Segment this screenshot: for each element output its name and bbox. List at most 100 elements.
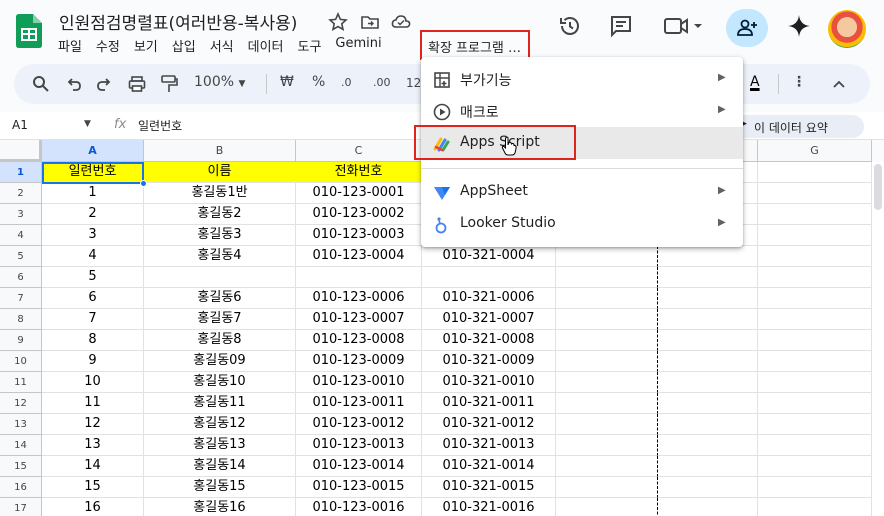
undo-icon[interactable] (66, 76, 82, 92)
row-header[interactable]: 16 (0, 477, 42, 498)
grid-cell[interactable]: 홍길동11 (144, 393, 296, 414)
formula-input[interactable]: 일련번호 (138, 117, 182, 134)
grid-cell[interactable] (758, 162, 872, 183)
grid-cell[interactable]: 010-321-0009 (422, 351, 556, 372)
grid-cell[interactable] (658, 372, 758, 393)
decrease-decimal-button[interactable]: .0 (341, 76, 352, 89)
grid-cell[interactable] (658, 435, 758, 456)
grid-cell[interactable]: 010-321-0013 (422, 435, 556, 456)
grid-cell[interactable]: 1 (42, 183, 144, 204)
grid-cell[interactable]: 010-123-0002 (296, 204, 422, 225)
grid-cell[interactable]: 010-321-0007 (422, 309, 556, 330)
grid-cell[interactable] (758, 225, 872, 246)
col-header-g[interactable]: G (758, 140, 872, 162)
menu-item-looker-studio[interactable]: Looker Studio ▶ (421, 208, 743, 240)
grid-cell[interactable] (556, 372, 658, 393)
grid-cell[interactable]: 홍길동8 (144, 330, 296, 351)
row-header[interactable]: 5 (0, 246, 42, 267)
print-icon[interactable] (128, 75, 146, 93)
grid-cell[interactable] (658, 246, 758, 267)
grid-cell[interactable]: 3 (42, 225, 144, 246)
grid-cell[interactable] (658, 414, 758, 435)
grid-cell[interactable]: 010-123-0007 (296, 309, 422, 330)
grid-cell[interactable] (758, 372, 872, 393)
menu-insert[interactable]: 삽입 (172, 36, 202, 56)
menu-data[interactable]: 데이터 (248, 36, 290, 56)
grid-cell[interactable]: 010-123-0008 (296, 330, 422, 351)
grid-cell[interactable] (422, 267, 556, 288)
document-title[interactable]: 인원점검명렬표(여러반용-복사용) (59, 9, 297, 34)
grid-cell[interactable]: 홍길동15 (144, 477, 296, 498)
grid-cell[interactable]: 4 (42, 246, 144, 267)
star-icon[interactable] (328, 12, 348, 32)
menu-item-appsheet[interactable]: AppSheet ▶ (421, 176, 743, 208)
grid-cell[interactable] (556, 414, 658, 435)
grid-cell[interactable] (758, 456, 872, 477)
grid-cell[interactable]: 홍길동3 (144, 225, 296, 246)
grid-cell[interactable] (658, 309, 758, 330)
grid-cell[interactable] (758, 267, 872, 288)
grid-cell[interactable]: 010-123-0010 (296, 372, 422, 393)
currency-format-button[interactable]: ₩ (280, 74, 294, 90)
col-header-a[interactable]: A (42, 140, 144, 162)
name-box[interactable]: A1 (12, 118, 28, 132)
grid-cell[interactable]: 6 (42, 288, 144, 309)
percent-format-button[interactable]: % (312, 74, 325, 90)
grid-cell[interactable] (144, 267, 296, 288)
share-button[interactable] (726, 9, 768, 47)
grid-cell[interactable]: 홍길동2 (144, 204, 296, 225)
namebox-dropdown-icon[interactable]: ▼ (84, 119, 91, 129)
grid-cell[interactable] (658, 288, 758, 309)
row-header[interactable]: 9 (0, 330, 42, 351)
grid-cell[interactable] (758, 330, 872, 351)
grid-cell[interactable]: 9 (42, 351, 144, 372)
row-header[interactable]: 1 (0, 162, 42, 183)
grid-cell[interactable]: 이름 (144, 162, 296, 183)
grid-cell[interactable] (758, 246, 872, 267)
menu-format[interactable]: 서식 (210, 36, 240, 56)
grid-cell[interactable]: 010-123-0009 (296, 351, 422, 372)
gemini-sparkle-icon[interactable] (787, 14, 811, 38)
grid-cell[interactable]: 홍길동13 (144, 435, 296, 456)
grid-cell[interactable] (556, 246, 658, 267)
version-history-icon[interactable] (558, 14, 582, 38)
grid-cell[interactable]: 홍길동14 (144, 456, 296, 477)
grid-cell[interactable] (758, 414, 872, 435)
grid-cell[interactable]: 5 (42, 267, 144, 288)
grid-cell[interactable] (556, 288, 658, 309)
vertical-scrollbar[interactable] (872, 162, 884, 516)
grid-cell[interactable] (556, 267, 658, 288)
increase-decimal-button[interactable]: .00 (373, 76, 391, 89)
row-header[interactable]: 8 (0, 309, 42, 330)
grid-cell[interactable]: 010-321-0006 (422, 288, 556, 309)
grid-cell[interactable]: 010-321-0015 (422, 477, 556, 498)
google-sheets-logo-icon[interactable] (16, 14, 42, 48)
grid-cell[interactable] (556, 309, 658, 330)
grid-cell[interactable]: 2 (42, 204, 144, 225)
grid-cell[interactable]: 010-123-0006 (296, 288, 422, 309)
grid-cell[interactable]: 010-123-0001 (296, 183, 422, 204)
grid-cell[interactable]: 홍길동7 (144, 309, 296, 330)
grid-cell[interactable]: 홍길동16 (144, 498, 296, 516)
paint-format-icon[interactable] (160, 74, 178, 94)
fill-handle[interactable] (140, 180, 147, 187)
row-header[interactable]: 15 (0, 456, 42, 477)
grid-cell[interactable]: 010-123-0012 (296, 414, 422, 435)
col-header-c[interactable]: C (296, 140, 422, 162)
grid-cell[interactable]: 010-321-0016 (422, 498, 556, 516)
grid-cell[interactable] (758, 393, 872, 414)
grid-cell[interactable]: 010-123-0011 (296, 393, 422, 414)
menu-item-macros[interactable]: 매크로 ▶ (421, 95, 743, 127)
grid-cell[interactable] (556, 498, 658, 516)
grid-cell[interactable] (556, 330, 658, 351)
menu-file[interactable]: 파일 (58, 36, 88, 56)
cloud-saved-icon[interactable] (391, 12, 411, 32)
grid-cell[interactable] (296, 267, 422, 288)
grid-cell[interactable] (758, 204, 872, 225)
row-header[interactable]: 7 (0, 288, 42, 309)
scrollbar-thumb[interactable] (874, 164, 882, 210)
row-header[interactable]: 13 (0, 414, 42, 435)
grid-cell[interactable]: 홍길동12 (144, 414, 296, 435)
grid-cell[interactable] (758, 288, 872, 309)
row-header[interactable]: 10 (0, 351, 42, 372)
